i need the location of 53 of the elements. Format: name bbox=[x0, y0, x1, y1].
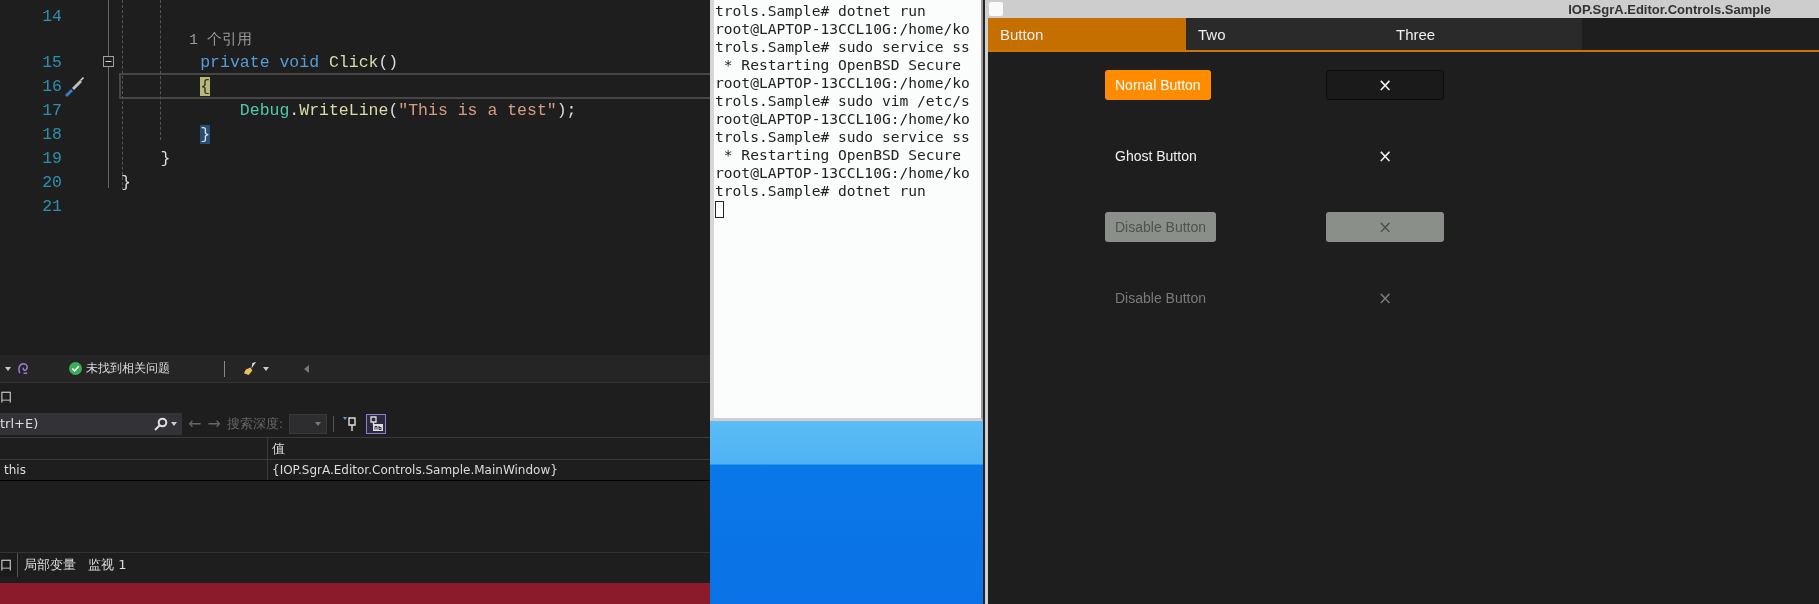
search-depth-label: 搜索深度: bbox=[226, 414, 284, 433]
panel-title: 口 bbox=[0, 387, 13, 406]
table-cell: this bbox=[4, 463, 26, 477]
search-icon[interactable] bbox=[154, 416, 168, 431]
line-number: 15 bbox=[41, 52, 62, 72]
terminal-line: root@LAPTOP-13CCL10G:/home/ko bbox=[715, 20, 971, 38]
line-number: 21 bbox=[41, 196, 62, 216]
terminal-line: root@LAPTOP-13CCL10G:/home/ko bbox=[715, 74, 971, 92]
issues-status: 未找到相关问题 bbox=[86, 360, 170, 377]
terminal-line: trols.Sample# sudo vim /etc/s bbox=[715, 92, 971, 110]
scroll-left-icon[interactable] bbox=[304, 364, 310, 373]
caret-icon[interactable] bbox=[262, 364, 270, 373]
panel-tab[interactable]: 口 bbox=[0, 553, 18, 577]
caret-icon[interactable] bbox=[4, 364, 12, 373]
terminal-line: root@LAPTOP-13CCL10G:/home/ko bbox=[715, 164, 971, 182]
column-header: 值 bbox=[272, 439, 285, 458]
line-number: 16 bbox=[41, 76, 62, 96]
terminal-line: trols.Sample# sudo service ss bbox=[715, 128, 971, 146]
swirl-icon[interactable] bbox=[16, 361, 31, 376]
terminal-line: root@LAPTOP-13CCL10G:/home/ko bbox=[715, 110, 971, 128]
code-line: private void Click() bbox=[199, 52, 399, 72]
close-button[interactable]: × bbox=[1326, 141, 1444, 171]
panel-tab[interactable]: 监视 1 bbox=[82, 553, 133, 577]
panel-tab[interactable]: 局部变量 bbox=[18, 553, 82, 577]
tab[interactable]: Three bbox=[1384, 18, 1582, 50]
code-line: } bbox=[159, 148, 171, 168]
terminal-line: * Restarting OpenBSD Secure bbox=[722, 146, 962, 164]
search-box[interactable]: trl+E) bbox=[0, 412, 182, 435]
close-button[interactable]: × bbox=[1326, 70, 1444, 100]
code-line: } bbox=[121, 172, 131, 192]
line-number: 17 bbox=[41, 100, 62, 120]
code-line: Debug.WriteLine("This is a test"); bbox=[238, 100, 577, 120]
button[interactable]: Ghost Button bbox=[1105, 141, 1207, 171]
pin-text-button[interactable] bbox=[366, 413, 387, 434]
terminal-window[interactable] bbox=[710, 0, 983, 421]
broom-icon[interactable] bbox=[243, 361, 258, 376]
line-number: 19 bbox=[41, 148, 62, 168]
collapse-icon[interactable] bbox=[103, 56, 114, 67]
line-number: 18 bbox=[41, 124, 62, 144]
line-number: 20 bbox=[41, 172, 62, 192]
line-number: 14 bbox=[41, 6, 62, 26]
terminal-line: trols.Sample# sudo service ss bbox=[715, 38, 971, 56]
caret-icon[interactable] bbox=[170, 419, 178, 428]
terminal-line: * Restarting OpenBSD Secure bbox=[722, 56, 962, 74]
window-icon bbox=[989, 2, 1003, 16]
terminal-line: trols.Sample# dotnet run bbox=[715, 2, 927, 20]
check-circle-icon bbox=[69, 362, 82, 375]
reference-count-link[interactable]: 1 个引用 bbox=[117, 29, 252, 49]
tab[interactable]: Two bbox=[1186, 18, 1384, 50]
window-title: IOP.SgrA.Editor.Controls.Sample bbox=[1568, 1, 1771, 17]
search-field[interactable]: trl+E) bbox=[0, 416, 152, 431]
terminal-line: trols.Sample# dotnet run bbox=[715, 182, 927, 200]
table-cell: {IOP.SgrA.Editor.Controls.Sample.MainWindow} bbox=[272, 463, 558, 477]
